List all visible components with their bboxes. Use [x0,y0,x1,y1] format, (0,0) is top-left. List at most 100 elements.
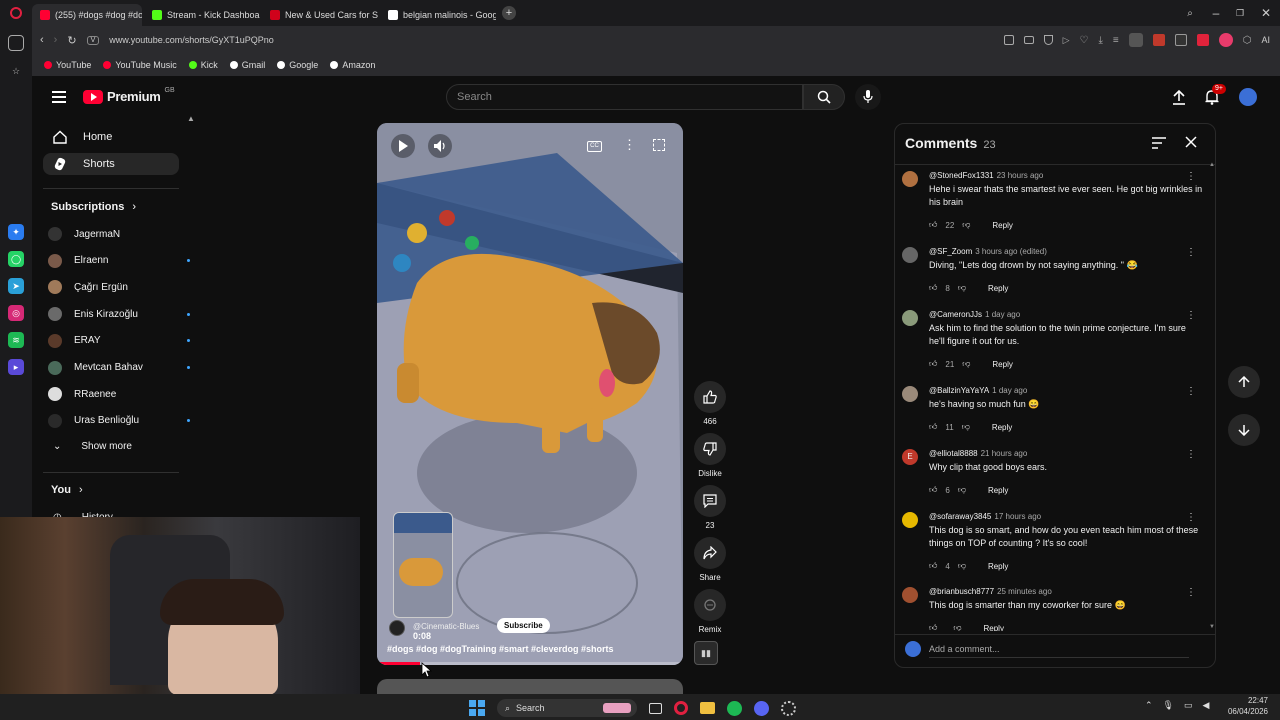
comment-more-icon[interactable]: ⋮ [1186,587,1196,598]
extension-1-icon[interactable] [1152,34,1165,46]
comment-more-icon[interactable]: ⋮ [1186,386,1196,397]
bookmark-item[interactable]: Gmail [229,60,265,70]
short-video-player[interactable]: CC ⋮ @Cinematic-Blues Subscribe 0:08 #do… [377,123,683,665]
comment-dislike-icon[interactable]: 👎︎ [953,623,961,631]
comment-avatar[interactable] [902,247,918,263]
browser-tab[interactable]: New & Used Cars for Sale [262,4,378,26]
microphone-tray-icon[interactable]: 🎙 [1163,700,1174,711]
comment-time[interactable]: 25 minutes ago [997,587,1052,596]
reload-icon[interactable]: ↻ [67,34,76,47]
subscription-item[interactable]: RRaenee [48,384,178,404]
comment-time[interactable]: 1 day ago [992,386,1027,395]
channel-name[interactable]: @Cinematic-Blues [413,622,479,631]
extensions-icon[interactable]: ⬡ [1243,35,1252,46]
subscription-item[interactable]: Mevtcan Bahav [48,358,190,378]
play-icon[interactable]: ▷ [1063,35,1070,46]
forward-icon[interactable]: › [54,34,58,46]
search-button[interactable] [803,84,845,110]
spotify-taskbar-icon[interactable] [727,700,742,716]
you-header[interactable]: You › [51,484,83,496]
comment-like-icon[interactable]: 👍︎ [929,623,937,631]
url-text[interactable]: www.youtube.com/shorts/GyXT1uPQPno [109,35,274,45]
add-comment-input[interactable]: Add a comment... [929,644,1189,658]
profile-icon[interactable] [1128,33,1143,47]
bookmark-item[interactable]: YouTube [44,60,91,70]
comment-like-icon[interactable]: 👍︎ [929,283,937,293]
comment-dislike-icon[interactable]: 👎︎ [958,561,966,571]
subscription-item[interactable]: Enis Kirazoğlu [48,304,190,324]
comments-scrollbar[interactable]: ▲ ▼ [1209,162,1215,630]
file-explorer-icon[interactable] [700,702,715,714]
browser-tab[interactable]: belgian malinois - Google [380,4,496,26]
bookmark-item[interactable]: Kick [188,60,218,70]
network-tray-icon[interactable]: ▭ [1184,700,1193,711]
comment-more-icon[interactable]: ⋮ [1186,171,1196,182]
dislike-button[interactable] [694,433,726,465]
comment-time[interactable]: 3 hours ago (edited) [975,247,1047,256]
clock[interactable]: 22:47 06/04/2026 [1218,695,1268,717]
subscription-item[interactable]: Uras Benlioğlu [48,411,190,431]
tray-chevron-icon[interactable]: ⌃ [1145,700,1153,711]
comment-author[interactable]: @brianbusch8777 [929,587,994,596]
bookmark-item[interactable]: Amazon [330,60,375,70]
volume-button[interactable] [428,134,452,158]
comment-reply-button[interactable]: Reply [992,221,1012,230]
comment-like-icon[interactable]: 👍︎ [929,359,937,369]
comment-dislike-icon[interactable]: 👎︎ [962,422,970,432]
previous-short-button[interactable] [1228,366,1260,398]
upload-button[interactable] [1172,89,1186,105]
task-view-icon[interactable] [649,702,662,714]
comment-avatar[interactable] [902,512,918,528]
comment-like-icon[interactable]: 👍︎ [929,561,937,571]
account-avatar[interactable] [1239,88,1257,106]
browser-logo-icon[interactable] [0,0,32,26]
play-button[interactable] [391,134,415,158]
comment-author[interactable]: @StonedFox1331 [929,171,994,180]
comment-reply-button[interactable]: Reply [988,284,1008,293]
sidebar-scroll-up-icon[interactable]: ▲ [187,114,195,123]
like-button[interactable] [694,381,726,413]
related-video-thumbnail[interactable] [393,512,453,618]
comment-like-icon[interactable]: 👍︎ [929,220,937,230]
star-rail-icon[interactable]: ☆ [8,63,24,79]
subscription-item[interactable]: ERAY [48,331,190,351]
comment-author[interactable]: @CameronJJs [929,310,982,319]
browser-tab[interactable]: (255) #dogs #dog #dogTr [32,4,142,26]
comment-reply-button[interactable]: Reply [988,486,1008,495]
volume-tray-icon[interactable]: ◀ [1203,700,1210,711]
instagram-rail-icon[interactable]: ◎ [8,305,24,321]
search-tabs-icon[interactable]: ⌕ [1176,8,1204,19]
channel-avatar[interactable] [389,620,405,636]
comment-reply-button[interactable]: Reply [992,423,1012,432]
opera-taskbar-icon[interactable] [674,701,688,715]
more-options-icon[interactable]: ⋮ [623,138,636,151]
subscribe-button[interactable]: Subscribe [497,618,550,633]
back-icon[interactable]: ‹ [40,34,44,46]
new-tab-button[interactable]: + [502,6,516,20]
voice-search-button[interactable] [855,84,881,110]
comment-reply-button[interactable]: Reply [984,624,1004,632]
bookmark-item[interactable]: YouTube Music [103,60,177,70]
comment-reply-button[interactable]: Reply [992,360,1012,369]
subscriptions-header[interactable]: Subscriptions › [51,201,136,213]
short-title[interactable]: #dogs #dog #dogTraining #smart #cleverdo… [387,644,614,654]
telegram-rail-icon[interactable]: ➤ [8,278,24,294]
comment-avatar[interactable] [902,310,918,326]
comment-more-icon[interactable]: ⋮ [1186,247,1196,258]
browser-tab[interactable]: Stream - Kick Dashboard [144,4,260,26]
bookmark-item[interactable]: Google [277,60,318,70]
comment-dislike-icon[interactable]: 👎︎ [962,359,970,369]
comment-more-icon[interactable]: ⋮ [1186,512,1196,523]
comment-like-icon[interactable]: 👍︎ [929,422,937,432]
next-short-button[interactable] [1228,414,1260,446]
subscription-item[interactable]: Çağrı Ergün [48,277,178,297]
download-icon[interactable]: ⤓ [1098,35,1102,46]
comment-avatar[interactable]: E [902,449,918,465]
comment-author[interactable]: @BallzinYaYaYA [929,386,989,395]
notifications-button[interactable]: 9+ [1204,84,1226,107]
discord-taskbar-icon[interactable] [754,700,769,716]
spotify-rail-icon[interactable]: ≋ [8,332,24,348]
comment-more-icon[interactable]: ⋮ [1186,449,1196,460]
comment-dislike-icon[interactable]: 👎︎ [958,283,966,293]
menu-icon[interactable]: ≡ [1113,35,1119,46]
